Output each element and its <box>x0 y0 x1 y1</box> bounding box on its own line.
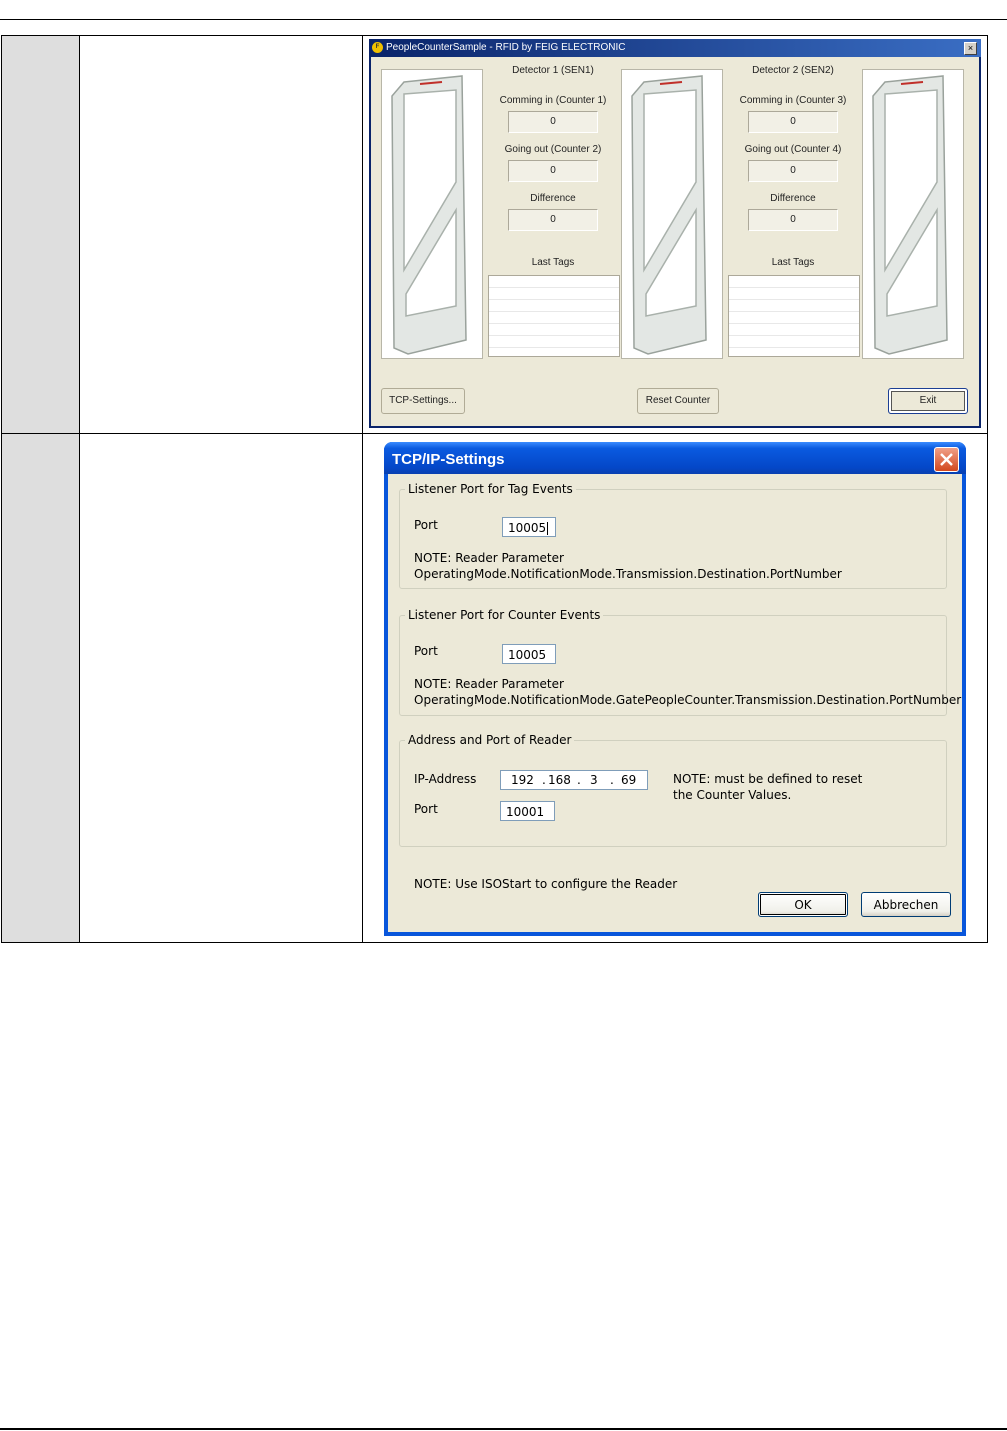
counter-2-label: Going out (Counter 2) <box>504 144 602 155</box>
tag-note-line1: NOTE: Reader Parameter <box>414 551 564 565</box>
tcp-settings-button[interactable]: TCP-Settings... <box>381 388 465 414</box>
close-icon[interactable] <box>934 447 959 472</box>
tag-events-legend: Listener Port for Tag Events <box>408 482 573 496</box>
reader-address-legend: Address and Port of Reader <box>408 733 572 747</box>
ip-octet-3[interactable]: 3 <box>590 771 598 790</box>
people-counter-window: F PeopleCounterSample - RFID by FEIG ELE… <box>369 39 981 428</box>
gate-antenna-image <box>862 69 964 359</box>
page-header-rule <box>0 19 1007 20</box>
counter-1-label: Comming in (Counter 1) <box>499 95 607 106</box>
tag-port-label: Port <box>414 518 438 532</box>
window-title: PeopleCounterSample - RFID by FEIG ELECT… <box>386 42 626 53</box>
difference-1-value: 0 <box>508 209 598 231</box>
ip-octet-2[interactable]: 168 <box>548 771 571 790</box>
ip-address-label: IP-Address <box>414 772 477 786</box>
difference-2-label: Difference <box>770 193 816 204</box>
counter-note-line1: NOTE: Reader Parameter <box>414 677 564 691</box>
ip-separator: . <box>577 773 581 787</box>
last-tags-2-list[interactable] <box>728 275 860 357</box>
detector-2-title: Detector 2 (SEN2) <box>752 65 834 76</box>
reset-counter-button[interactable]: Reset Counter <box>637 388 719 414</box>
step-number-cell <box>1 433 80 943</box>
ip-separator: . <box>610 773 614 787</box>
people-counter-body: Detector 1 (SEN1) Comming in (Counter 1)… <box>371 57 979 426</box>
text-caret <box>547 522 549 535</box>
reader-note-line1: NOTE: must be defined to reset <box>673 772 863 786</box>
page-footer-rule <box>0 1428 1007 1430</box>
reader-port-input[interactable]: 10001 <box>500 801 555 821</box>
counter-events-group: Listener Port for Counter Events Port 10… <box>399 608 961 716</box>
ip-octet-4[interactable]: 69 <box>621 771 636 790</box>
step-description-cell <box>79 433 363 943</box>
dialog-title: TCP/IP-Settings <box>392 451 505 468</box>
difference-2-value: 0 <box>748 209 838 231</box>
tag-note-line2: OperatingMode.NotificationMode.Transmiss… <box>414 567 842 581</box>
counter-port-input[interactable]: 10005 <box>502 644 556 664</box>
tag-port-input[interactable]: 10005 <box>502 517 556 537</box>
last-tags-1-label: Last Tags <box>531 257 575 268</box>
reader-port-label: Port <box>414 802 438 816</box>
counter-4-label: Going out (Counter 4) <box>744 144 842 155</box>
close-icon[interactable]: × <box>964 42 977 55</box>
last-tags-2-label: Last Tags <box>771 257 815 268</box>
gate-antenna-image <box>621 69 723 359</box>
counter-1-value: 0 <box>508 111 598 133</box>
tag-events-group: Listener Port for Tag Events Port 10005 … <box>399 482 947 589</box>
step-description-cell <box>79 35 363 434</box>
ip-separator: . <box>542 773 546 787</box>
difference-1-label: Difference <box>530 193 576 204</box>
reader-address-group: Address and Port of Reader IP-Address 19… <box>399 733 947 847</box>
people-counter-titlebar: F PeopleCounterSample - RFID by FEIG ELE… <box>369 39 981 57</box>
reader-note-line2: the Counter Values. <box>673 788 792 802</box>
dialog-titlebar: TCP/IP-Settings <box>384 442 966 474</box>
counter-3-label: Comming in (Counter 3) <box>739 95 847 106</box>
last-tags-1-list[interactable] <box>488 275 620 357</box>
cancel-button[interactable]: Abbrechen <box>861 892 951 917</box>
step-number-cell <box>1 35 80 434</box>
counter-3-value: 0 <box>748 111 838 133</box>
footer-note: NOTE: Use ISOStart to configure the Read… <box>414 877 678 891</box>
ok-button[interactable]: OK <box>758 892 848 917</box>
counter-4-value: 0 <box>748 160 838 182</box>
counter-2-value: 0 <box>508 160 598 182</box>
ip-octet-1[interactable]: 192 <box>511 771 534 790</box>
dialog-body: Listener Port for Tag Events Port 10005 … <box>388 474 962 932</box>
counter-events-legend: Listener Port for Counter Events <box>408 608 601 622</box>
gate-antenna-image <box>381 69 483 359</box>
detector-1-title: Detector 1 (SEN1) <box>512 65 594 76</box>
exit-button[interactable]: Exit <box>888 388 968 414</box>
counter-note-line2: OperatingMode.NotificationMode.GatePeopl… <box>414 693 962 707</box>
ip-address-input[interactable]: 192 . 168 . 3 . 69 <box>500 770 648 790</box>
tcp-settings-dialog: TCP/IP-Settings Listener Port for Tag Ev… <box>384 442 966 936</box>
tag-port-value: 10005 <box>508 521 547 535</box>
counter-port-label: Port <box>414 644 438 658</box>
feig-app-icon: F <box>372 42 383 53</box>
